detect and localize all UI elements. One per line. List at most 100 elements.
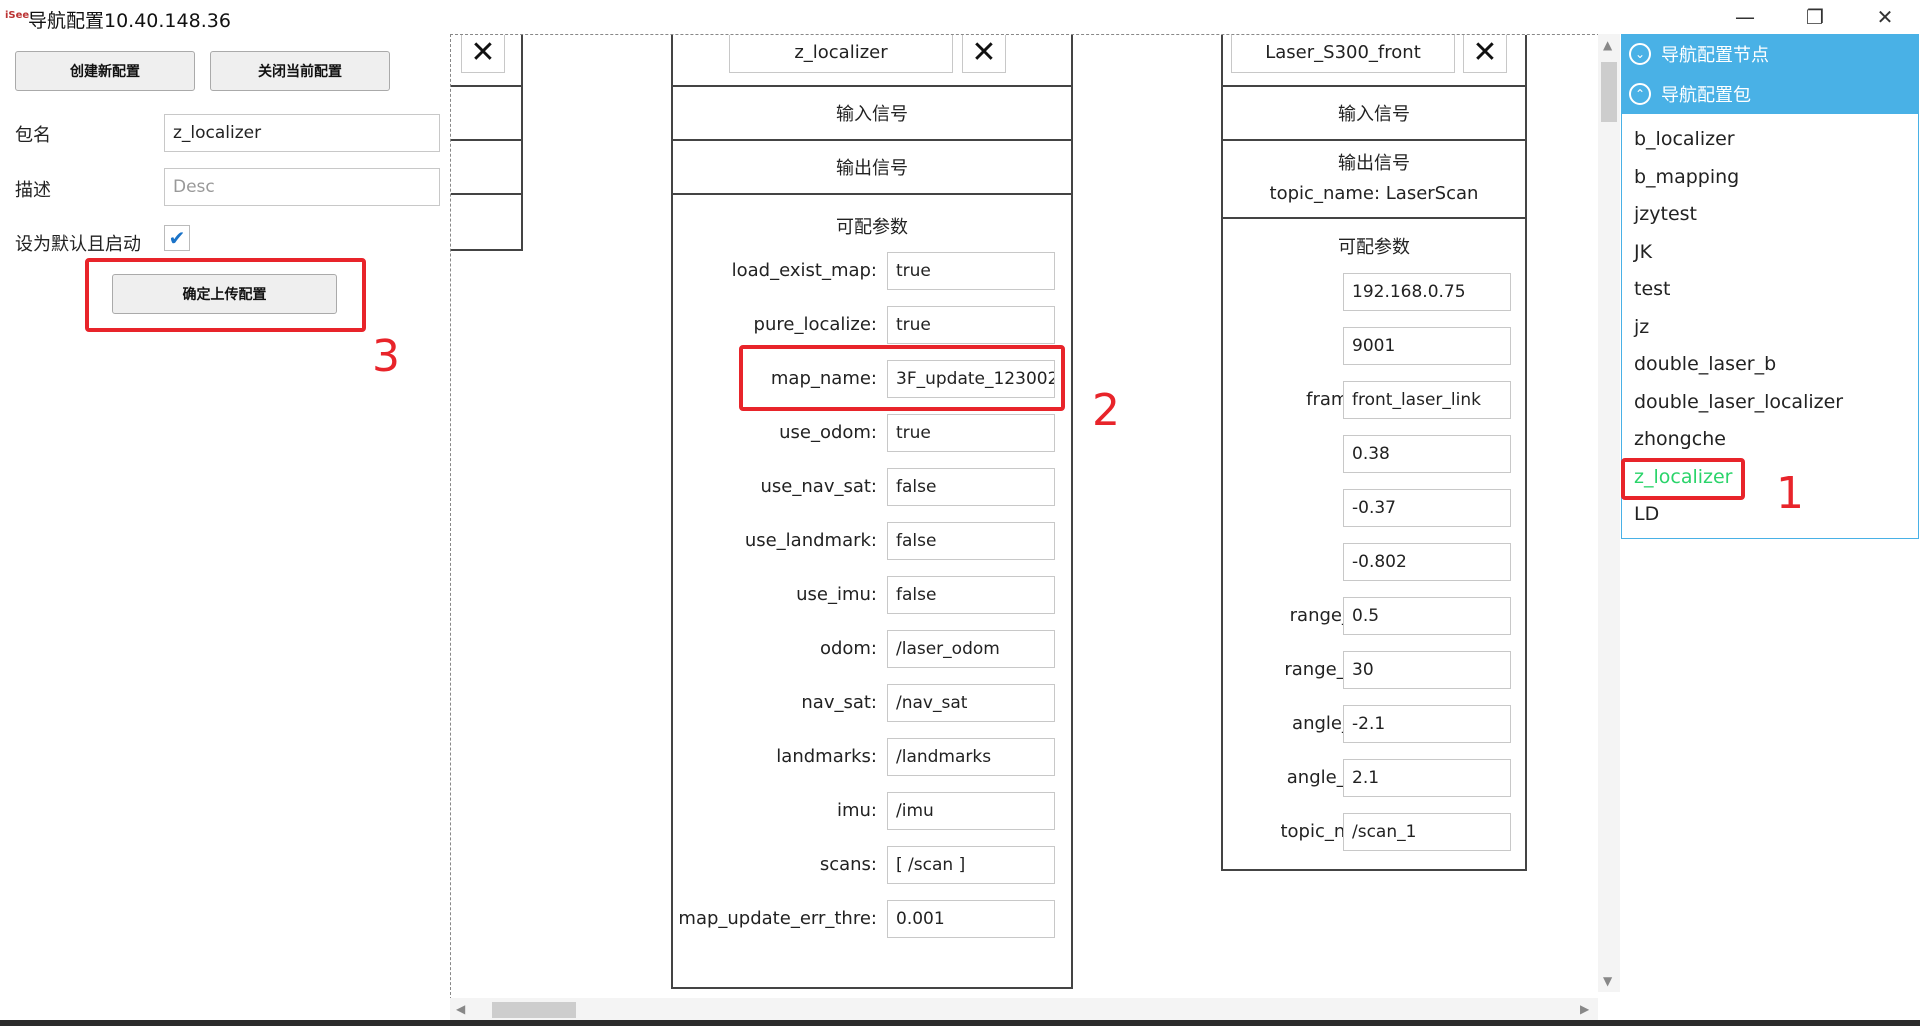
app-logo-icon: iSee: [5, 10, 30, 21]
upload-config-button[interactable]: 确定上传配置: [112, 274, 337, 314]
laser-output-signal-label: 输出信号: [1338, 153, 1410, 174]
param-value-input[interactable]: -2.1: [1343, 705, 1511, 743]
param-value-input[interactable]: /imu: [887, 792, 1055, 830]
chevron-down-icon: ⌄: [1629, 43, 1651, 65]
param-value-input[interactable]: true: [887, 306, 1055, 344]
annotation-number-1: 1: [1776, 468, 1804, 519]
default-start-label: 设为默认且启动: [15, 234, 141, 255]
partial-node-row: [451, 87, 521, 141]
partial-node-close-icon[interactable]: ✕: [461, 35, 505, 73]
param-value-input[interactable]: 30: [1343, 651, 1511, 689]
package-item[interactable]: double_laser_b: [1634, 353, 1776, 375]
param-label: pure_localize:: [753, 314, 877, 335]
vertical-scrollbar[interactable]: ▲ ▼: [1598, 34, 1620, 992]
package-item[interactable]: test: [1634, 278, 1671, 300]
param-label: load_exist_map:: [731, 260, 877, 281]
description-label: 描述: [15, 180, 51, 201]
localizer-params-title: 可配参数: [836, 217, 908, 238]
vertical-scroll-thumb[interactable]: [1601, 62, 1617, 122]
chevron-up-icon: ⌃: [1629, 83, 1651, 105]
horizontal-scroll-thumb[interactable]: [492, 1002, 576, 1018]
laser-params-title: 可配参数: [1338, 237, 1410, 258]
laser-node-name[interactable]: Laser_S300_front: [1231, 35, 1455, 73]
title-bar: iSee 导航配置10.40.148.36 — ❐ ✕: [0, 0, 1920, 34]
localizer-close-icon[interactable]: ✕: [962, 35, 1006, 73]
param-label: use_nav_sat:: [760, 476, 877, 497]
restore-button[interactable]: ❐: [1780, 0, 1850, 34]
annotation-box-1: [1621, 458, 1745, 500]
scroll-left-icon[interactable]: ◀: [456, 1002, 465, 1016]
param-value-input[interactable]: false: [887, 576, 1055, 614]
taskbar-edge: [0, 1020, 1920, 1026]
window-title: 导航配置10.40.148.36: [28, 10, 231, 32]
nav-config-nodes-header[interactable]: ⌄ 导航配置节点: [1621, 34, 1919, 74]
package-item[interactable]: double_laser_localizer: [1634, 391, 1843, 413]
package-item[interactable]: JK: [1634, 241, 1652, 263]
laser-input-signal[interactable]: 输入信号: [1223, 87, 1525, 141]
param-value-input[interactable]: -0.37: [1343, 489, 1511, 527]
config-form-panel: 创建新配置 关闭当前配置 包名 z_localizer 描述 Desc 设为默认…: [0, 34, 450, 1026]
param-value-input[interactable]: 2.1: [1343, 759, 1511, 797]
param-label: nav_sat:: [801, 692, 877, 713]
param-value-input[interactable]: /landmarks: [887, 738, 1055, 776]
param-value-input[interactable]: 0.38: [1343, 435, 1511, 473]
package-item[interactable]: jzytest: [1634, 203, 1697, 225]
param-label: imu:: [836, 800, 877, 821]
param-label: use_odom:: [779, 422, 877, 443]
param-value-input[interactable]: /nav_sat: [887, 684, 1055, 722]
package-item[interactable]: b_localizer: [1634, 128, 1735, 150]
packages-panel: ⌄ 导航配置节点 ⌃ 导航配置包 b_localizer b_mappingjzy…: [1620, 34, 1920, 1026]
nav-config-packages-header[interactable]: ⌃ 导航配置包: [1621, 74, 1919, 114]
annotation-box-2: [739, 345, 1065, 411]
partial-node-row: [451, 141, 521, 195]
param-label: odom:: [819, 638, 877, 659]
param-value-input[interactable]: 192.168.0.75: [1343, 273, 1511, 311]
localizer-output-signal[interactable]: 输出信号: [673, 141, 1071, 195]
param-value-input[interactable]: true: [887, 414, 1055, 452]
description-input[interactable]: Desc: [164, 168, 440, 206]
param-value-input[interactable]: [ /scan ]: [887, 846, 1055, 884]
localizer-input-signal[interactable]: 输入信号: [673, 87, 1071, 141]
checkmark-icon: ✔: [168, 226, 186, 250]
scroll-up-icon[interactable]: ▲: [1603, 38, 1612, 52]
param-value-input[interactable]: 0.5: [1343, 597, 1511, 635]
param-value-input[interactable]: true: [887, 252, 1055, 290]
param-value-input[interactable]: 0.001: [887, 900, 1055, 938]
annotation-number-3: 3: [372, 331, 400, 382]
param-value-input[interactable]: false: [887, 468, 1055, 506]
package-item[interactable]: jz: [1634, 316, 1649, 338]
nav-config-packages-label: 导航配置包: [1661, 85, 1751, 106]
package-item[interactable]: zhongche: [1634, 428, 1726, 450]
package-name-label: 包名: [15, 125, 51, 146]
scroll-down-icon[interactable]: ▼: [1603, 974, 1612, 988]
param-label: use_landmark:: [744, 530, 877, 551]
param-label: map_update_err_thre:: [678, 908, 877, 929]
laser-output-topic: topic_name: LaserScan: [1269, 183, 1479, 204]
param-value-input[interactable]: false: [887, 522, 1055, 560]
horizontal-scrollbar[interactable]: ◀ ▶: [450, 998, 1598, 1020]
annotation-number-2: 2: [1092, 385, 1120, 436]
param-value-input[interactable]: -0.802: [1343, 543, 1511, 581]
laser-close-icon[interactable]: ✕: [1463, 35, 1507, 73]
create-config-button[interactable]: 创建新配置: [15, 51, 195, 91]
param-value-input[interactable]: front_laser_link: [1343, 381, 1511, 419]
laser-output-signal[interactable]: 输出信号 topic_name: LaserScan: [1223, 141, 1525, 219]
default-start-checkbox[interactable]: ✔: [164, 225, 190, 251]
localizer-node-name[interactable]: z_localizer: [729, 35, 953, 73]
node-canvas: ✕ 输入信号 输出信号 可配参数 z_localizer ✕ load_exis…: [450, 34, 1620, 1020]
package-name-input[interactable]: z_localizer: [164, 114, 440, 152]
package-item[interactable]: b_mapping: [1634, 166, 1739, 188]
param-value-input[interactable]: 9001: [1343, 327, 1511, 365]
param-label: use_imu:: [796, 584, 877, 605]
minimize-button[interactable]: —: [1710, 0, 1780, 34]
partial-node-row: [451, 195, 521, 249]
close-config-button[interactable]: 关闭当前配置: [210, 51, 390, 91]
package-item[interactable]: LD: [1634, 503, 1659, 525]
scroll-right-icon[interactable]: ▶: [1580, 1002, 1589, 1016]
param-value-input[interactable]: /scan_1: [1343, 813, 1511, 851]
param-label: scans:: [819, 854, 877, 875]
param-label: landmarks:: [776, 746, 877, 767]
param-value-input[interactable]: /laser_odom: [887, 630, 1055, 668]
close-window-button[interactable]: ✕: [1850, 0, 1920, 34]
nav-config-nodes-label: 导航配置节点: [1661, 45, 1769, 66]
